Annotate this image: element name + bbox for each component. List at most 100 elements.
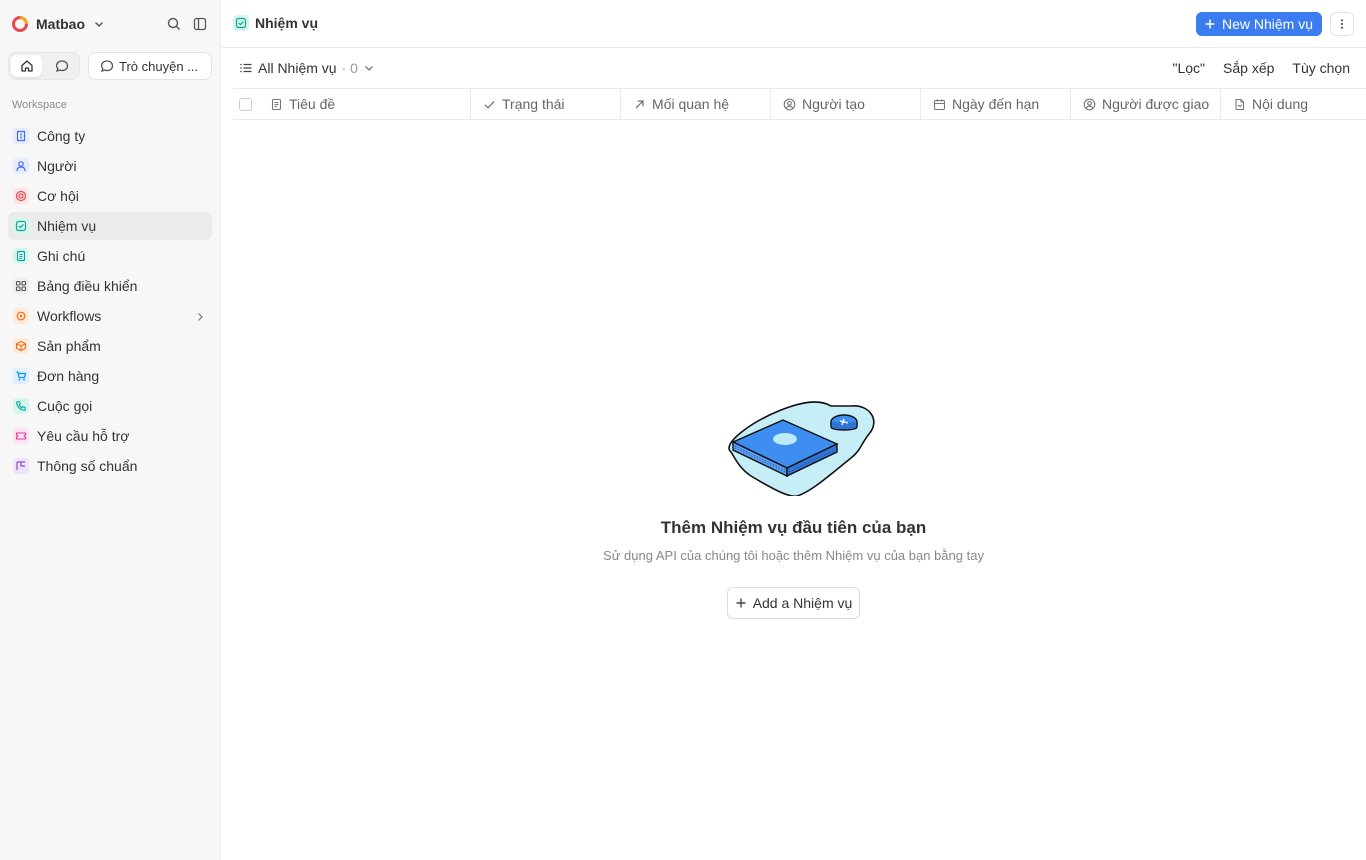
add-task-button[interactable]: Add a Nhiệm vụ xyxy=(727,587,860,619)
column-header-assignee[interactable]: Người được giao xyxy=(1071,89,1221,119)
add-task-button-label: Add a Nhiệm vụ xyxy=(752,595,853,611)
column-header-creator[interactable]: Người tạo xyxy=(771,89,921,119)
search-icon[interactable] xyxy=(164,14,184,34)
sidebar-item-workflows[interactable]: Workflows xyxy=(8,302,212,330)
sort-button[interactable]: Sắp xếp xyxy=(1223,60,1274,76)
ticket-icon xyxy=(13,428,29,444)
view-bar: All Nhiệm vụ · 0 "Lọc" Sắp xếp Tùy chọn xyxy=(221,48,1366,88)
workspace-switcher[interactable]: Matbao xyxy=(8,12,105,36)
sidebar-item-label: Người xyxy=(37,158,77,174)
page-title-text: Nhiệm vụ xyxy=(255,15,319,31)
calendar-icon xyxy=(933,98,946,111)
check-icon xyxy=(483,98,496,111)
sidebar-item-cuoc-goi[interactable]: Cuộc gọi xyxy=(8,392,212,420)
sidebar-item-san-pham[interactable]: Sản phẩm xyxy=(8,332,212,360)
empty-state-subtitle: Sử dụng API của chúng tôi hoặc thêm Nhiệ… xyxy=(603,548,984,563)
sidebar-item-nhiem-vu[interactable]: Nhiệm vụ xyxy=(8,212,212,240)
sidebar-item-label: Công ty xyxy=(37,128,86,144)
new-task-button-label: New Nhiệm vụ xyxy=(1221,16,1313,32)
sidebar-item-co-hoi[interactable]: Cơ hội xyxy=(8,182,212,210)
spec-icon xyxy=(13,458,29,474)
text-icon xyxy=(270,98,283,111)
chat-button-label: Trò chuyện ... xyxy=(119,58,198,74)
sidebar-item-label: Đơn hàng xyxy=(37,368,100,384)
dashboard-icon xyxy=(13,278,29,294)
chevron-down-icon xyxy=(93,18,105,30)
plus-icon xyxy=(735,597,747,609)
chevron-right-icon[interactable] xyxy=(194,310,206,328)
chat-icon xyxy=(100,59,114,73)
sidebar: Matbao Trò chuyện ... Workspace Công ty xyxy=(0,0,221,860)
column-header-status[interactable]: Trạng thái xyxy=(471,89,621,119)
filter-button[interactable]: "Lọc" xyxy=(1173,60,1206,76)
sidebar-item-label: Sản phẩm xyxy=(37,338,101,354)
sidebar-item-label: Thông số chuẩn xyxy=(37,458,138,474)
workspace-logo-icon xyxy=(12,16,28,32)
more-options-button[interactable] xyxy=(1330,12,1354,36)
column-label: Nội dung xyxy=(1252,96,1309,112)
sidebar-item-ghi-chu[interactable]: Ghi chú xyxy=(8,242,212,270)
column-label: Mối quan hệ xyxy=(652,96,730,112)
more-vertical-icon xyxy=(1336,18,1348,30)
view-name: All Nhiệm vụ xyxy=(258,60,337,76)
sidebar-item-label: Ghi chú xyxy=(37,248,86,264)
select-all-cell xyxy=(233,89,258,119)
empty-state-title: Thêm Nhiệm vụ đầu tiên của bạn xyxy=(660,518,927,537)
table-header: Tiêu đề Trạng thái Mối quan hệ Người tạo… xyxy=(233,88,1366,120)
phone-icon xyxy=(13,398,29,414)
sidebar-item-label: Cơ hội xyxy=(37,188,79,204)
column-header-content[interactable]: Nội dung xyxy=(1221,89,1366,119)
user-icon xyxy=(13,158,29,174)
column-label: Trạng thái xyxy=(502,96,565,112)
sidebar-item-label: Workflows xyxy=(37,308,102,324)
building-icon xyxy=(13,128,29,144)
view-actions: "Lọc" Sắp xếp Tùy chọn xyxy=(1173,60,1350,76)
sidebar-item-don-hang[interactable]: Đơn hàng xyxy=(8,362,212,390)
column-label: Tiêu đề xyxy=(289,96,336,112)
user-circle-icon xyxy=(1083,98,1096,111)
cart-icon xyxy=(13,368,29,384)
empty-box-illustration-icon xyxy=(728,401,875,496)
sidebar-item-bang-dieu-khien[interactable]: Bảng điều khiển xyxy=(8,272,212,300)
note-icon xyxy=(13,248,29,264)
list-icon xyxy=(239,61,253,75)
page-title: Nhiệm vụ xyxy=(233,15,318,31)
sidebar-toggle-icon[interactable] xyxy=(190,14,210,34)
workflow-icon xyxy=(13,308,29,324)
sidebar-item-label: Cuộc gọi xyxy=(37,398,93,414)
user-circle-icon xyxy=(783,98,796,111)
select-all-checkbox[interactable] xyxy=(239,97,252,111)
checkbox-icon xyxy=(233,15,249,31)
file-icon xyxy=(1233,98,1246,111)
box-icon xyxy=(13,338,29,354)
plus-icon xyxy=(1204,18,1216,30)
arrow-up-right-icon xyxy=(633,98,646,111)
chat-bubble-icon[interactable] xyxy=(46,55,77,77)
sidebar-item-label: Bảng điều khiển xyxy=(37,278,138,294)
home-icon[interactable] xyxy=(11,55,42,77)
sidebar-item-thong-so-chuan[interactable]: Thông số chuẩn xyxy=(8,452,212,480)
chevron-down-icon xyxy=(363,62,375,74)
sidebar-item-cong-ty[interactable]: Công ty xyxy=(8,122,212,150)
checkbox-icon xyxy=(13,218,29,234)
column-header-relation[interactable]: Mối quan hệ xyxy=(621,89,771,119)
new-task-button[interactable]: New Nhiệm vụ xyxy=(1195,12,1322,36)
chat-button[interactable]: Trò chuyện ... xyxy=(88,52,212,80)
top-bar: Nhiệm vụ New Nhiệm vụ xyxy=(221,0,1366,48)
column-label: Ngày đến hạn xyxy=(952,96,1040,112)
home-chat-switch xyxy=(8,52,80,80)
target-icon xyxy=(13,188,29,204)
view-count: · 0 xyxy=(341,60,358,76)
options-button[interactable]: Tùy chọn xyxy=(1292,60,1350,76)
sidebar-item-label: Nhiệm vụ xyxy=(37,218,97,234)
sidebar-nav: Công ty Người Cơ hội Nhiệm vụ Ghi chú Bả… xyxy=(8,122,212,482)
view-switcher[interactable]: All Nhiệm vụ · 0 xyxy=(239,60,375,76)
sidebar-item-yeu-cau-ho-tro[interactable]: Yêu cầu hỗ trợ xyxy=(8,422,212,450)
column-label: Người được giao xyxy=(1102,96,1210,112)
column-header-title[interactable]: Tiêu đề xyxy=(258,89,471,119)
sidebar-item-label: Yêu cầu hỗ trợ xyxy=(37,428,130,444)
workspace-name: Matbao xyxy=(36,16,85,32)
column-header-due-date[interactable]: Ngày đến hạn xyxy=(921,89,1071,119)
sidebar-item-nguoi[interactable]: Người xyxy=(8,152,212,180)
workspace-section-label: Workspace xyxy=(12,99,67,111)
